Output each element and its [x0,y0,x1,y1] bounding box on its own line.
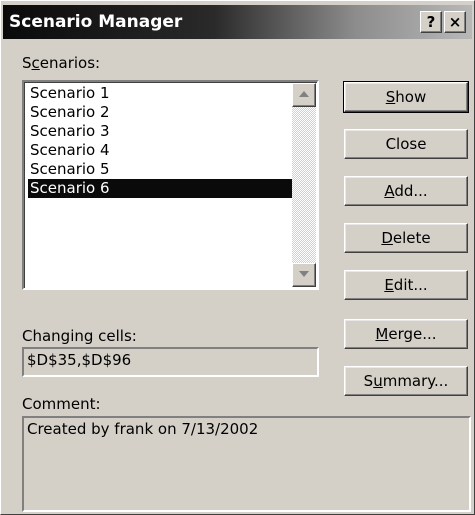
scroll-up-button[interactable] [292,83,316,107]
scenarios-scrollbar[interactable] [292,83,316,287]
close-icon[interactable]: × [444,11,466,33]
list-item[interactable]: Scenario 1 [28,84,294,103]
scroll-down-arrow-icon [299,271,309,277]
help-button[interactable]: ? [420,11,442,33]
dialog-title: Scenario Manager [9,12,183,32]
changing-cells-label: Changing cells: [22,327,137,345]
scenarios-label: Scenarios: [22,54,101,72]
delete-button[interactable]: Delete [344,223,468,253]
merge-button[interactable]: Merge... [344,319,468,349]
changing-cells-field: $D$35,$D$96 [22,347,319,377]
edit-button[interactable]: Edit... [344,270,468,300]
comment-field: Created by frank on 7/13/2002 [22,416,471,512]
list-item[interactable]: Scenario 4 [28,141,294,160]
list-item[interactable]: Scenario 5 [28,160,294,179]
comment-label: Comment: [22,395,101,413]
scroll-down-button[interactable] [292,263,316,287]
scroll-up-arrow-icon [299,91,309,97]
add-button[interactable]: Add... [344,176,468,206]
close-button[interactable]: Close [344,129,468,159]
list-item[interactable]: Scenario 6 [28,179,294,198]
list-item[interactable]: Scenario 2 [28,103,294,122]
scenarios-list: Scenario 1 Scenario 2 Scenario 3 Scenario 4… [28,84,294,198]
list-item[interactable]: Scenario 3 [28,122,294,141]
title-bar[interactable]: Scenario Manager ? × [3,5,472,39]
show-button[interactable]: Show [343,81,469,113]
summary-button[interactable]: Summary... [344,366,468,396]
scenarios-listbox[interactable]: Scenario 1 Scenario 2 Scenario 3 Scenario 4… [22,80,319,290]
scenario-manager-dialog: Scenario Manager ? × Scenarios: Scenario… [0,0,475,515]
